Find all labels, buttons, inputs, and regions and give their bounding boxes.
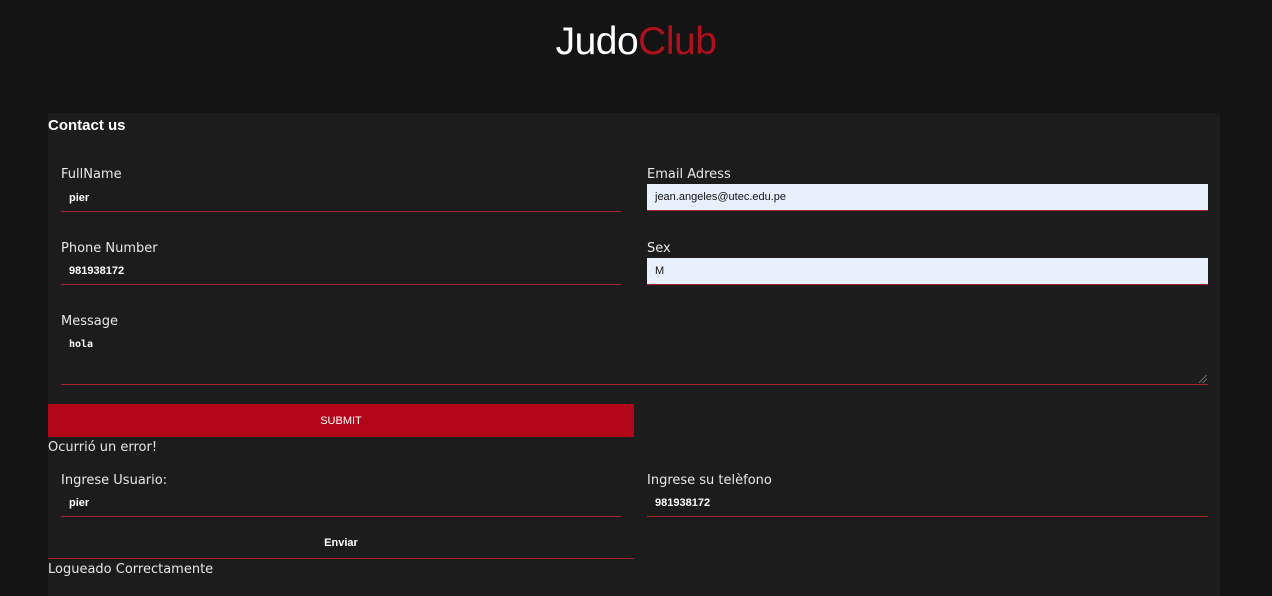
logo-text-judo: Judo	[555, 20, 639, 63]
user-input[interactable]: pier	[61, 490, 621, 517]
success-message: Logueado Correctamente	[48, 562, 214, 577]
login-phone-label: Ingrese su telèfono	[647, 473, 772, 488]
site-logo[interactable]: JudoClub	[0, 20, 1272, 64]
enviar-button[interactable]: Enviar	[48, 527, 634, 559]
message-label: Message	[61, 314, 118, 329]
fullname-input[interactable]: pier	[61, 185, 621, 212]
message-text: hola	[69, 339, 94, 350]
submit-button[interactable]: SUBMIT	[48, 404, 634, 437]
logo-text-club: Club	[638, 20, 717, 63]
contact-panel: Contact us FullName pier Email Adress je…	[48, 113, 1220, 596]
sex-label: Sex	[647, 241, 671, 256]
email-input[interactable]: jean.angeles@utec.edu.pe	[647, 184, 1208, 211]
user-label: Ingrese Usuario:	[61, 473, 168, 488]
phone-label: Phone Number	[61, 241, 158, 256]
sex-input[interactable]: M	[647, 258, 1208, 285]
message-textarea[interactable]: hola	[61, 333, 1208, 385]
error-message: Ocurrió un error!	[48, 440, 158, 455]
phone-input[interactable]: 981938172	[61, 258, 621, 285]
page-title: Contact us	[48, 117, 126, 134]
login-phone-input[interactable]: 981938172	[647, 490, 1208, 517]
resize-handle-icon[interactable]	[1199, 375, 1207, 383]
email-label: Email Adress	[647, 167, 731, 182]
fullname-label: FullName	[61, 167, 122, 182]
